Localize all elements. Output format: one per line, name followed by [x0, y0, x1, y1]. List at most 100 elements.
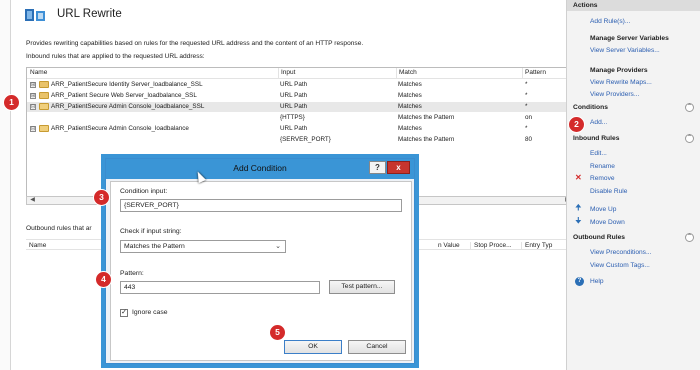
condition-input-field[interactable]: {SERVER_PORT} [120, 199, 402, 212]
add-condition-dialog: Add Condition ? x Condition input: {SERV… [105, 158, 415, 364]
rule-name: ARR_PatientSecure Admin Console_loadbala… [51, 125, 189, 132]
rename-link[interactable]: Rename [590, 163, 615, 170]
check-input-string-label: Check if input string: [120, 228, 182, 235]
ok-button[interactable]: OK [284, 340, 342, 354]
rule-name: ARR_PatientSecure Admin Console_loadbala… [51, 103, 205, 110]
table-row[interactable]: ⊞ ARR_PatientSecure Identity Server_load… [27, 80, 573, 90]
column-header-input[interactable]: Input [278, 68, 295, 78]
view-providers-link[interactable]: View Providers... [590, 91, 639, 98]
rule-input: URL Path [280, 81, 308, 88]
collapse-icon[interactable]: ⊟ [30, 125, 36, 132]
edit-link[interactable]: Edit... [590, 150, 607, 157]
conditions-section-title: Conditions [573, 104, 608, 111]
test-pattern-button[interactable]: Test pattern... [329, 280, 395, 294]
move-up-link[interactable]: Move Up [590, 206, 616, 213]
rule-match: Matches [398, 125, 422, 132]
column-header-name[interactable]: Name [30, 69, 47, 76]
column-header-name[interactable]: Name [29, 242, 46, 249]
inbound-rules-section-title: Inbound Rules [573, 135, 620, 142]
rule-pattern: * [525, 92, 528, 99]
collapse-icon[interactable]: ⊟ [30, 103, 36, 110]
actions-pane: Actions Add Rule(s)... Manage Server Var… [566, 0, 700, 370]
condition-input: {SERVER_PORT} [280, 136, 331, 143]
outbound-rules-section-title: Outbound Rules [573, 234, 626, 241]
condition-row[interactable]: {HTTPS} Matches the Pattern on [27, 113, 573, 123]
rule-input: URL Path [280, 103, 308, 110]
remove-link[interactable]: Remove [590, 175, 615, 182]
open-folder-icon [39, 103, 49, 110]
expand-icon[interactable]: ⊞ [30, 92, 36, 99]
column-header-pattern[interactable]: Pattern [522, 68, 546, 78]
dialog-body: Condition input: {SERVER_PORT} Check if … [110, 181, 412, 361]
dialog-title: Add Condition [106, 159, 414, 179]
rule-name: ARR_PatientSecure Identity Server_loadba… [51, 81, 203, 88]
cancel-button[interactable]: Cancel [348, 340, 406, 354]
table-row-selected[interactable]: ⊟ ARR_PatientSecure Admin Console_loadba… [27, 102, 573, 112]
view-custom-tags-link[interactable]: View Custom Tags... [590, 262, 650, 269]
column-header-entry-type[interactable]: Entry Typ [521, 242, 552, 249]
manage-providers-title: Manage Providers [590, 67, 648, 74]
rule-match: Matches [398, 81, 422, 88]
move-down-link[interactable]: Move Down [590, 219, 625, 226]
left-pane-edge [0, 0, 11, 370]
collapse-conditions-icon[interactable]: ⌃ [685, 103, 694, 112]
manage-server-variables-title: Manage Server Variables [590, 35, 669, 42]
help-link[interactable]: Help [590, 278, 604, 285]
url-rewrite-icon [25, 9, 45, 21]
view-server-variables-link[interactable]: View Server Variables... [590, 47, 660, 54]
table-header: Name Input Match Pattern [27, 68, 573, 79]
view-preconditions-link[interactable]: View Preconditions... [590, 249, 651, 256]
page-description: Provides rewriting capabilities based on… [26, 40, 364, 47]
pattern-label: Pattern: [120, 270, 144, 277]
open-folder-icon [39, 125, 49, 132]
view-rewrite-maps-link[interactable]: View Rewrite Maps... [590, 79, 652, 86]
rule-input: URL Path [280, 92, 308, 99]
collapse-inbound-icon[interactable]: ⌃ [685, 134, 694, 143]
table-row[interactable]: ⊞ ARR_Patient Secure Web Server_loadbala… [27, 91, 573, 101]
column-header-match[interactable]: Match [396, 68, 417, 78]
callout-badge: 5 [270, 325, 285, 340]
move-up-icon: 🠉 [575, 203, 582, 212]
add-rules-link[interactable]: Add Rule(s)... [590, 18, 630, 25]
selected-value: Matches the Pattern [124, 243, 185, 250]
condition-input: {HTTPS} [280, 114, 305, 121]
expand-icon[interactable]: ⊞ [30, 81, 36, 88]
table-row[interactable]: ⊟ ARR_PatientSecure Admin Console_loadba… [27, 124, 573, 134]
rule-match: Matches [398, 103, 422, 110]
move-down-icon: 🠋 [575, 216, 582, 225]
pattern-input[interactable]: 443 [120, 281, 320, 294]
folder-icon [39, 81, 49, 88]
condition-match: Matches the Pattern [398, 114, 455, 121]
folder-icon [39, 92, 49, 99]
actions-header: Actions [567, 0, 700, 11]
condition-pattern: on [525, 114, 533, 121]
rule-pattern: * [525, 81, 528, 88]
rule-pattern: * [525, 103, 528, 110]
collapse-outbound-icon[interactable]: ⌃ [685, 233, 694, 242]
condition-input-label: Condition input: [120, 188, 168, 195]
remove-icon: ✕ [575, 173, 582, 182]
disable-rule-link[interactable]: Disable Rule [590, 188, 627, 195]
callout-badge: 4 [96, 272, 111, 287]
condition-row[interactable]: {SERVER_PORT} Matches the Pattern 80 [27, 135, 573, 145]
callout-badge: 3 [94, 190, 109, 205]
rule-name: ARR_Patient Secure Web Server_loadbalanc… [51, 92, 197, 99]
page-title: URL Rewrite [57, 8, 122, 20]
callout-badge: 1 [4, 95, 19, 110]
column-header-value[interactable]: n Value [438, 242, 460, 249]
inbound-rules-label: Inbound rules that are applied to the re… [26, 53, 205, 60]
check-input-string-select[interactable]: Matches the Pattern ⌄ [120, 240, 286, 253]
add-condition-link[interactable]: Add... [590, 119, 607, 126]
rule-pattern: * [525, 125, 528, 132]
rule-input: URL Path [280, 125, 308, 132]
help-button[interactable]: ? [369, 161, 386, 174]
ignore-case-checkbox[interactable]: ✓ [120, 309, 128, 317]
rule-match: Matches [398, 92, 422, 99]
column-header-stop-processing[interactable]: Stop Proce... [470, 242, 512, 249]
help-icon: ? [575, 277, 584, 286]
condition-pattern: 80 [525, 136, 533, 143]
close-button[interactable]: x [387, 161, 410, 174]
scroll-left-icon[interactable]: ◀ [28, 197, 37, 204]
ignore-case-label: Ignore case [132, 309, 168, 316]
outbound-rules-label: Outbound rules that ar [26, 225, 92, 232]
